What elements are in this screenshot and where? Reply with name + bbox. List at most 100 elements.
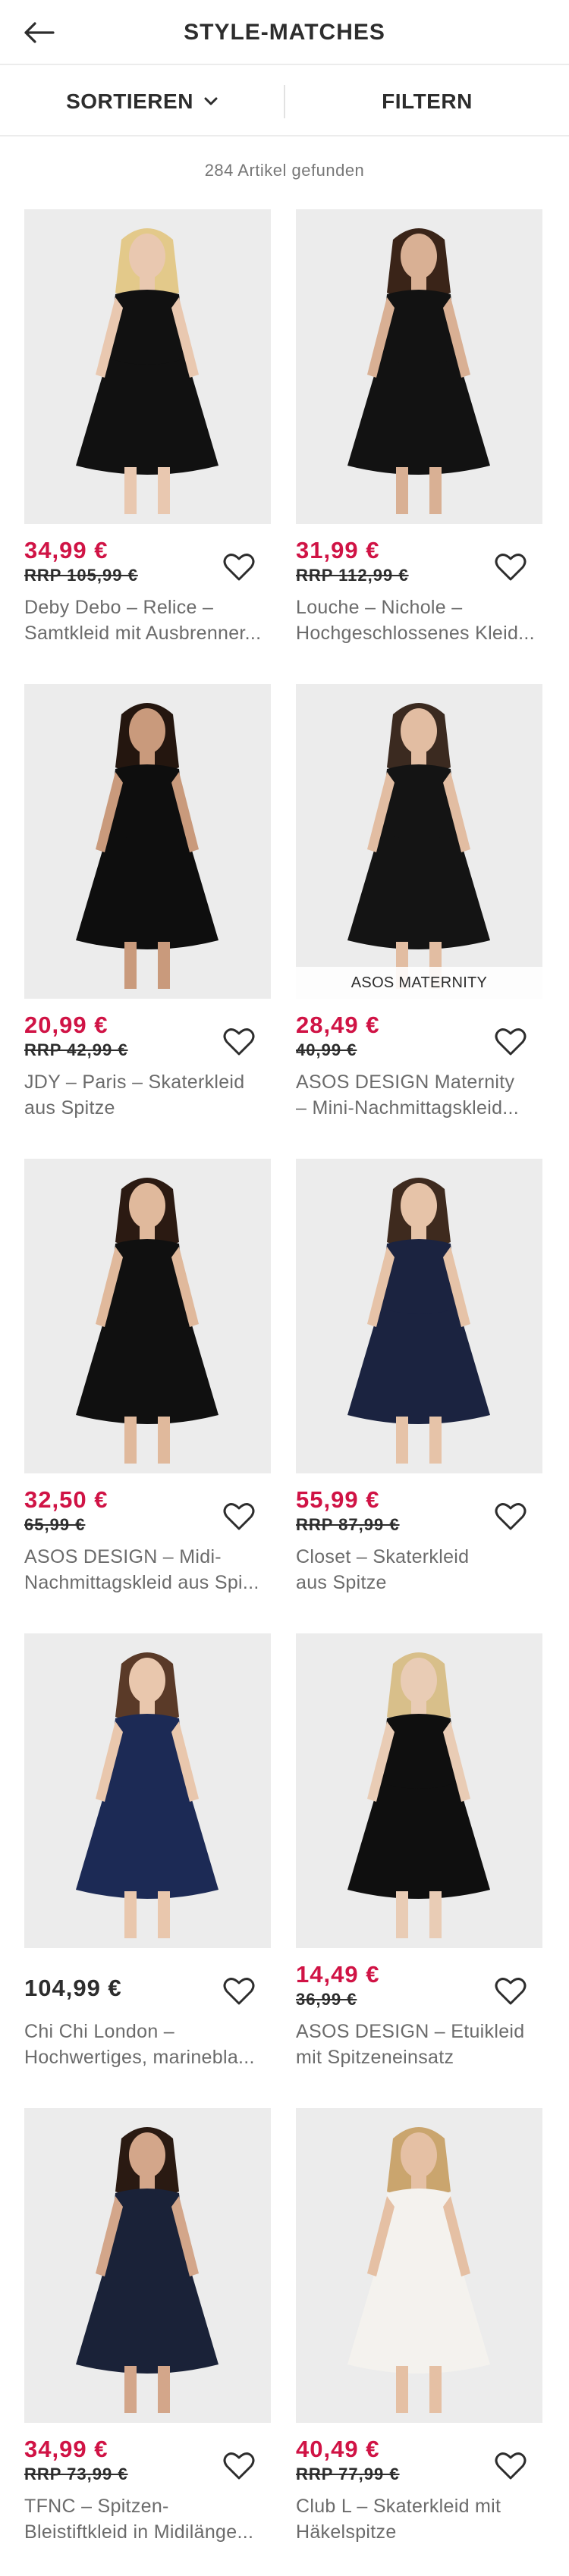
product-name-line: Häkelspitze: [296, 2521, 397, 2543]
save-for-later-button[interactable]: [494, 2451, 527, 2481]
product-price: 104,99 €: [24, 1975, 122, 2001]
dress-illustration: [24, 1159, 271, 1473]
product-price: 40,49 €: [296, 2436, 380, 2462]
product-name-line: Club L – Skaterkleid mit: [296, 2496, 501, 2517]
product-name[interactable]: JDY – Paris – Skaterkleid aus Spitze: [24, 1069, 271, 1121]
heart-icon: [495, 2452, 527, 2480]
save-for-later-button[interactable]: [222, 552, 256, 582]
chevron-down-icon: [204, 97, 218, 105]
product-image[interactable]: [296, 1633, 542, 1948]
product-image[interactable]: [296, 1159, 542, 1473]
top-bar: STYLE-MATCHES: [0, 0, 569, 65]
product-name[interactable]: ASOS DESIGN – Etuikleid mit Spitzeneinsat…: [296, 2019, 542, 2070]
product-price: 55,99 €: [296, 1486, 380, 1513]
product-original-price: 40,99 €: [296, 1040, 357, 1059]
product-original-price: RRP 87,99 €: [296, 1515, 400, 1534]
product-name-line: Chi Chi London –: [24, 2021, 174, 2042]
product-card[interactable]: 34,99 € RRP 73,99 € TFNC – Spitzen- Bleisti…: [24, 2108, 271, 2563]
save-for-later-button[interactable]: [494, 552, 527, 582]
product-image[interactable]: [24, 1633, 271, 1948]
product-name[interactable]: ASOS DESIGN Maternity – Mini-Nachmittagsk…: [296, 1069, 542, 1121]
sort-button[interactable]: SORTIEREN: [0, 67, 284, 136]
filter-button[interactable]: FILTERN: [285, 67, 569, 136]
product-name-line: ASOS DESIGN Maternity: [296, 1072, 515, 1093]
product-image[interactable]: [296, 209, 542, 524]
product-name-line: Samtkleid mit Ausbrenner...: [24, 623, 262, 644]
dress-illustration: [24, 209, 271, 524]
product-name-line: Louche – Nichole –: [296, 597, 463, 618]
save-for-later-button[interactable]: [222, 1976, 256, 2007]
dress-illustration: [296, 1159, 542, 1473]
product-image[interactable]: [296, 2108, 542, 2423]
product-card[interactable]: 32,50 € 65,99 € ASOS DESIGN – Midi- Nachmit…: [24, 1159, 271, 1614]
product-original-price: 65,99 €: [24, 1515, 86, 1534]
result-count: 284 Artikel gefunden: [204, 161, 365, 180]
page-title: STYLE-MATCHES: [184, 20, 385, 45]
heart-icon: [223, 1503, 255, 1530]
product-price: 34,99 €: [24, 537, 108, 563]
product-name-line: ASOS DESIGN – Etuikleid: [296, 2021, 525, 2042]
product-name-line: – Mini-Nachmittagskleid...: [296, 1097, 520, 1119]
product-image[interactable]: [24, 1159, 271, 1473]
product-card[interactable]: 55,99 € RRP 87,99 € Closet – Skaterkleid au…: [296, 1159, 542, 1614]
heart-icon: [495, 1978, 527, 2005]
product-card[interactable]: 34,99 € RRP 105,99 € Deby Debo – Relice – S…: [24, 209, 271, 664]
product-name-line: aus Spitze: [24, 1097, 115, 1119]
save-for-later-button[interactable]: [222, 1501, 256, 1532]
product-badge: ASOS MATERNITY: [296, 967, 542, 999]
product-name[interactable]: Louche – Nichole – Hochgeschlossenes Klei…: [296, 595, 542, 646]
save-for-later-button[interactable]: [222, 2451, 256, 2481]
product-name-line: ASOS DESIGN – Midi-: [24, 1546, 222, 1567]
product-name-line: TFNC – Spitzen-: [24, 2496, 169, 2517]
dress-illustration: [24, 684, 271, 999]
product-name-line: Nachmittagskleid aus Spi...: [24, 1572, 259, 1593]
product-price: 32,50 €: [24, 1486, 108, 1513]
heart-icon: [223, 2452, 255, 2480]
product-name[interactable]: Chi Chi London – Hochwertiges, marinebla.…: [24, 2019, 271, 2070]
product-image[interactable]: [24, 684, 271, 999]
product-card[interactable]: 31,99 € RRP 112,99 € Louche – Nichole – Hoc…: [296, 209, 542, 664]
product-name[interactable]: Closet – Skaterkleid aus Spitze: [296, 1544, 542, 1595]
save-for-later-button[interactable]: [494, 1976, 527, 2007]
product-card[interactable]: 20,99 € RRP 42,99 € JDY – Paris – Skaterkl…: [24, 684, 271, 1139]
product-price: 28,49 €: [296, 1012, 380, 1038]
product-image[interactable]: [24, 209, 271, 524]
product-original-price: RRP 73,99 €: [24, 2465, 128, 2483]
product-name-line: JDY – Paris – Skaterkleid: [24, 1072, 245, 1093]
product-name-line: Hochgeschlossenes Kleid...: [296, 623, 535, 644]
dress-illustration: [296, 684, 542, 999]
product-price: 14,49 €: [296, 1961, 380, 1988]
save-for-later-button[interactable]: [494, 1027, 527, 1057]
product-image[interactable]: [24, 2108, 271, 2423]
product-original-price: 36,99 €: [296, 1990, 357, 2009]
heart-icon: [495, 554, 527, 581]
save-for-later-button[interactable]: [494, 1501, 527, 1532]
product-card[interactable]: ASOS MATERNITY 28,49 € 40,99 € ASOS DESIGN …: [296, 684, 542, 1139]
heart-icon: [223, 554, 255, 581]
sort-filter-bar: SORTIEREN FILTERN: [0, 67, 569, 136]
product-name-line: aus Spitze: [296, 1572, 387, 1593]
product-price: 34,99 €: [24, 2436, 108, 2462]
product-name-line: mit Spitzeneinsatz: [296, 2047, 454, 2068]
product-card[interactable]: 104,99 € Chi Chi London – Hochwertiges, ma…: [24, 1633, 271, 2088]
save-for-later-button[interactable]: [222, 1027, 256, 1057]
product-name-line: Hochwertiges, marinebla...: [24, 2047, 255, 2068]
dress-illustration: [296, 2108, 542, 2423]
product-name-line: Closet – Skaterkleid: [296, 1546, 470, 1567]
dress-illustration: [24, 1633, 271, 1948]
product-name-line: Deby Debo – Relice –: [24, 597, 214, 618]
product-name[interactable]: TFNC – Spitzen- Bleistiftkleid in Midilän…: [24, 2493, 271, 2545]
product-original-price: RRP 105,99 €: [24, 566, 138, 585]
product-card[interactable]: 40,49 € RRP 77,99 € Club L – Skaterkleid m…: [296, 2108, 542, 2563]
product-original-price: RRP 42,99 €: [24, 1040, 128, 1059]
product-name[interactable]: Club L – Skaterkleid mit Häkelspitze: [296, 2493, 542, 2545]
product-image[interactable]: ASOS MATERNITY: [296, 684, 542, 999]
product-name[interactable]: Deby Debo – Relice – Samtkleid mit Ausbre…: [24, 595, 271, 646]
heart-icon: [495, 1028, 527, 1056]
product-card[interactable]: 14,49 € 36,99 € ASOS DESIGN – Etuikleid mit…: [296, 1633, 542, 2088]
heart-icon: [223, 1978, 255, 2005]
heart-icon: [495, 1503, 527, 1530]
product-name[interactable]: ASOS DESIGN – Midi- Nachmittagskleid aus …: [24, 1544, 271, 1595]
product-original-price: RRP 112,99 €: [296, 566, 409, 585]
product-original-price: RRP 77,99 €: [296, 2465, 400, 2483]
